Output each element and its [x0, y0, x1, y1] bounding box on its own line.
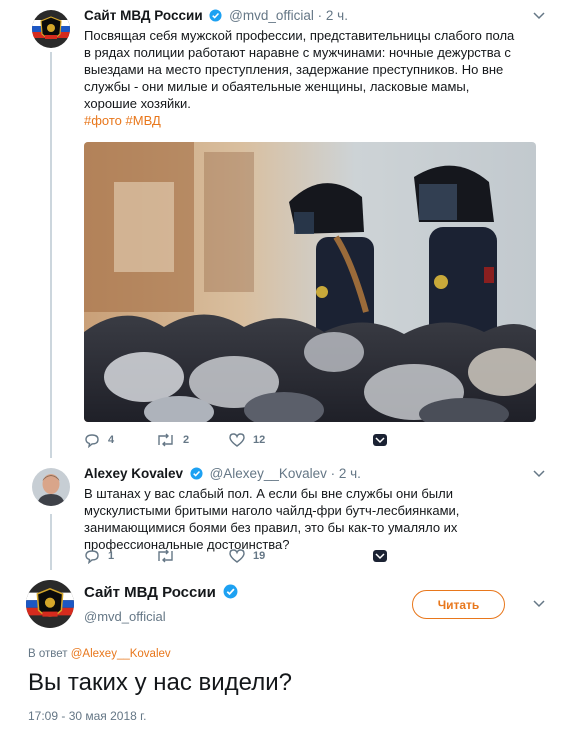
verified-icon: [223, 584, 238, 603]
reply-count: 1: [108, 550, 115, 562]
tweet-text: Вы таких у нас видели?: [28, 669, 292, 696]
follow-button[interactable]: Читать: [412, 590, 505, 619]
avatar[interactable]: [32, 10, 70, 48]
tweet-header: Alexey Kovalev @Alexey__Kovalev · 2 ч.: [84, 466, 361, 483]
tweet-time[interactable]: · 2 ч.: [318, 8, 348, 23]
tweet-header: Сайт МВД России: [84, 584, 241, 603]
author-handle[interactable]: @Alexey__Kovalev: [210, 466, 327, 481]
chevron-down-icon[interactable]: [533, 12, 545, 20]
heart-icon: [229, 549, 245, 563]
reply-to-handle[interactable]: @Alexey__Kovalev: [71, 648, 171, 660]
like-count: 12: [253, 434, 266, 446]
reply-icon: [85, 433, 99, 448]
verified-icon: [190, 467, 203, 483]
direct-message-button[interactable]: [372, 547, 396, 565]
chevron-down-icon[interactable]: [533, 600, 545, 608]
tweet-text: В штанах у вас слабый пол. А если бы вне…: [84, 486, 460, 552]
retweet-icon: [158, 433, 173, 447]
like-button[interactable]: 12: [229, 431, 265, 449]
avatar[interactable]: [32, 468, 70, 506]
tweet-original: Сайт МВД России @mvd_official · 2 ч. Пос…: [0, 0, 565, 460]
tweet-timestamp[interactable]: 17:09 - 30 мая 2018 г.: [28, 709, 146, 723]
tweet-time[interactable]: · 2 ч.: [331, 466, 361, 481]
author-name[interactable]: Сайт МВД России: [84, 584, 216, 601]
tweet-header: Сайт МВД России @mvd_official · 2 ч.: [84, 8, 348, 25]
retweet-button[interactable]: [156, 547, 183, 565]
author-name[interactable]: Alexey Kovalev: [84, 466, 183, 481]
reply-icon: [85, 549, 99, 564]
retweet-count: 2: [183, 434, 190, 446]
like-count: 19: [253, 550, 266, 562]
verified-icon: [209, 9, 222, 25]
retweet-button[interactable]: 2: [156, 431, 189, 449]
tweet-reply: Alexey Kovalev @Alexey__Kovalev · 2 ч. В…: [0, 460, 565, 572]
hashtags[interactable]: #фото #МВД: [84, 113, 161, 128]
tweet-text: Посвящая себя мужской профессии, предста…: [84, 27, 524, 129]
author-handle[interactable]: @mvd_official: [229, 8, 314, 23]
author-handle[interactable]: @mvd_official: [84, 609, 166, 624]
envelope-icon: [373, 434, 387, 446]
reply-button[interactable]: 4: [84, 431, 114, 449]
like-button[interactable]: 19: [229, 547, 265, 565]
reply-to-prefix: В ответ: [28, 648, 68, 660]
tweet-actions: 4 2 12: [84, 431, 404, 449]
reply-to-line: В ответ @Alexey__Kovalev: [28, 648, 171, 660]
retweet-icon: [158, 549, 173, 563]
envelope-icon: [373, 550, 387, 562]
heart-icon: [229, 433, 245, 447]
chevron-down-icon[interactable]: [533, 470, 545, 478]
author-name[interactable]: Сайт МВД России: [84, 8, 203, 23]
reply-count: 4: [108, 434, 115, 446]
tweet-body: Посвящая себя мужской профессии, предста…: [84, 28, 515, 111]
reply-button[interactable]: 1: [84, 547, 114, 565]
tweet-actions: 1 19: [84, 547, 404, 565]
direct-message-button[interactable]: [372, 431, 396, 449]
tweet-photo[interactable]: [84, 142, 536, 422]
avatar[interactable]: [26, 580, 74, 628]
